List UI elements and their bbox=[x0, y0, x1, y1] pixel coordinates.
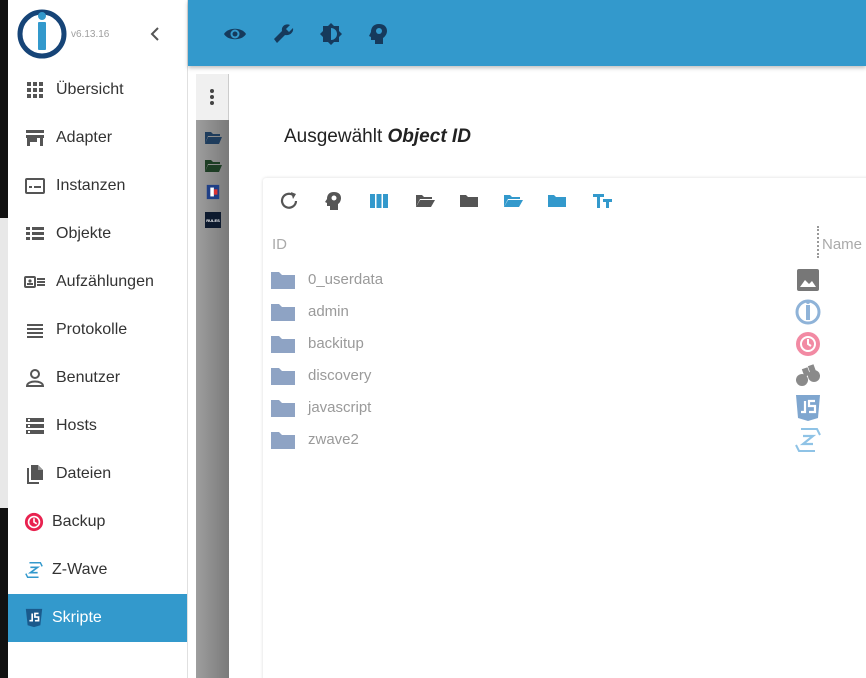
folder-open-icon[interactable] bbox=[204, 130, 222, 146]
sidebar-item-enums[interactable]: Aufzählungen bbox=[8, 258, 187, 306]
folder-icon[interactable] bbox=[546, 190, 568, 212]
refresh-icon[interactable] bbox=[278, 190, 300, 212]
rules-icon[interactable]: RULES bbox=[204, 212, 222, 228]
sidebar-item-overview[interactable]: Übersicht bbox=[8, 66, 187, 114]
sidebar-item-label: Protokolle bbox=[56, 321, 128, 338]
top-toolbar bbox=[188, 0, 866, 66]
store-icon bbox=[26, 130, 44, 146]
expert-head-icon[interactable] bbox=[323, 190, 345, 212]
table-row[interactable]: discovery bbox=[270, 364, 830, 388]
zwave-icon bbox=[795, 428, 821, 452]
dialog-title-emphasis: Object ID bbox=[387, 126, 471, 147]
sidebar-item-hosts[interactable]: Hosts bbox=[8, 402, 187, 450]
sidebar-item-label: Aufzählungen bbox=[56, 273, 154, 290]
sidebar-item-files[interactable]: Dateien bbox=[8, 450, 187, 498]
javascript-icon bbox=[25, 608, 43, 628]
table-row[interactable]: zwave2 bbox=[270, 428, 830, 452]
text-size-icon[interactable] bbox=[592, 190, 614, 212]
table-row[interactable]: backitup bbox=[270, 332, 830, 356]
backup-icon bbox=[24, 512, 44, 532]
log-icon bbox=[27, 324, 43, 338]
row-id: javascript bbox=[308, 399, 372, 416]
sidebar-item-label: Übersicht bbox=[56, 81, 124, 98]
object-tree-minipanel: RULES bbox=[196, 74, 229, 678]
iobroker-logo[interactable] bbox=[16, 8, 68, 60]
app-window: v6.13.16 Übersicht Adapter Instanzen Obj… bbox=[0, 0, 866, 678]
sidebar-item-logs[interactable]: Protokolle bbox=[8, 306, 187, 354]
screen-edge bbox=[0, 0, 8, 678]
sidebar-item-label: Instanzen bbox=[56, 177, 126, 194]
more-vertical-icon[interactable] bbox=[208, 87, 216, 107]
sidebar-item-zwave[interactable]: Z-Wave bbox=[8, 546, 187, 594]
enum-icon bbox=[24, 276, 45, 288]
folder-open-icon[interactable] bbox=[414, 190, 436, 212]
sidebar-item-label: Objekte bbox=[56, 225, 112, 242]
svg-text:RULES: RULES bbox=[206, 218, 220, 223]
minipanel-header bbox=[196, 74, 229, 120]
table-row[interactable]: javascript bbox=[270, 395, 830, 421]
table-row[interactable]: 0_userdata bbox=[270, 268, 830, 292]
wrench-icon[interactable] bbox=[272, 22, 296, 46]
dialog-title: Ausgewählt Object ID bbox=[284, 126, 471, 148]
row-id: admin bbox=[308, 303, 349, 320]
javascript-icon bbox=[796, 395, 820, 421]
eye-icon[interactable] bbox=[223, 22, 247, 46]
expert-head-icon[interactable] bbox=[367, 22, 391, 46]
row-id: backitup bbox=[308, 335, 364, 352]
sidebar-item-label: Adapter bbox=[56, 129, 113, 146]
folder-icon[interactable] bbox=[458, 190, 480, 212]
folder-icon bbox=[271, 272, 295, 289]
sidebar-item-label: Hosts bbox=[56, 417, 97, 434]
columns-icon[interactable] bbox=[368, 190, 390, 212]
sidebar-item-objects[interactable]: Objekte bbox=[8, 210, 187, 258]
backup-icon bbox=[796, 332, 820, 356]
sidebar: v6.13.16 Übersicht Adapter Instanzen Obj… bbox=[8, 0, 188, 678]
folder-icon bbox=[271, 368, 295, 385]
folder-icon bbox=[271, 304, 295, 321]
folder-open-icon[interactable] bbox=[204, 158, 222, 174]
sidebar-menu: Übersicht Adapter Instanzen Objekte Aufz… bbox=[8, 66, 187, 642]
chevron-left-icon[interactable] bbox=[144, 22, 166, 46]
row-id: 0_userdata bbox=[308, 271, 384, 288]
folder-open-icon[interactable] bbox=[502, 190, 524, 212]
folder-icon bbox=[271, 432, 295, 449]
folder-icon bbox=[271, 400, 295, 417]
grid-icon bbox=[27, 82, 43, 98]
files-icon bbox=[27, 465, 43, 484]
zwave-icon bbox=[25, 562, 43, 578]
sidebar-item-label: Dateien bbox=[56, 465, 112, 482]
server-icon bbox=[26, 418, 44, 434]
version-label: v6.13.16 bbox=[71, 29, 110, 40]
sidebar-item-backup[interactable]: Backup bbox=[8, 498, 187, 546]
sidebar-item-label: Skripte bbox=[52, 609, 102, 626]
sidebar-item-label: Z-Wave bbox=[52, 561, 108, 578]
instances-icon bbox=[25, 178, 45, 194]
list-icon bbox=[26, 227, 44, 240]
iobroker-icon bbox=[795, 299, 821, 325]
column-resize-handle[interactable] bbox=[817, 226, 819, 258]
column-header-name[interactable]: Name bbox=[822, 236, 862, 253]
row-id: zwave2 bbox=[308, 431, 359, 448]
table-row[interactable]: admin bbox=[270, 299, 830, 325]
dialog-title-prefix: Ausgewählt bbox=[284, 126, 383, 147]
binoculars-icon bbox=[796, 364, 820, 386]
sidebar-item-label: Backup bbox=[52, 513, 106, 530]
sidebar-item-instances[interactable]: Instanzen bbox=[8, 162, 187, 210]
sidebar-item-users[interactable]: Benutzer bbox=[8, 354, 187, 402]
adapter-blue-icon[interactable] bbox=[204, 184, 222, 200]
sidebar-item-label: Benutzer bbox=[56, 369, 121, 386]
image-icon bbox=[797, 269, 819, 291]
row-id: discovery bbox=[308, 367, 372, 384]
user-icon bbox=[25, 369, 45, 387]
column-header-id[interactable]: ID bbox=[272, 236, 287, 253]
sidebar-item-adapter[interactable]: Adapter bbox=[8, 114, 187, 162]
sidebar-item-scripts[interactable]: Skripte bbox=[8, 594, 187, 642]
folder-icon bbox=[271, 336, 295, 353]
brightness-icon[interactable] bbox=[319, 22, 343, 46]
